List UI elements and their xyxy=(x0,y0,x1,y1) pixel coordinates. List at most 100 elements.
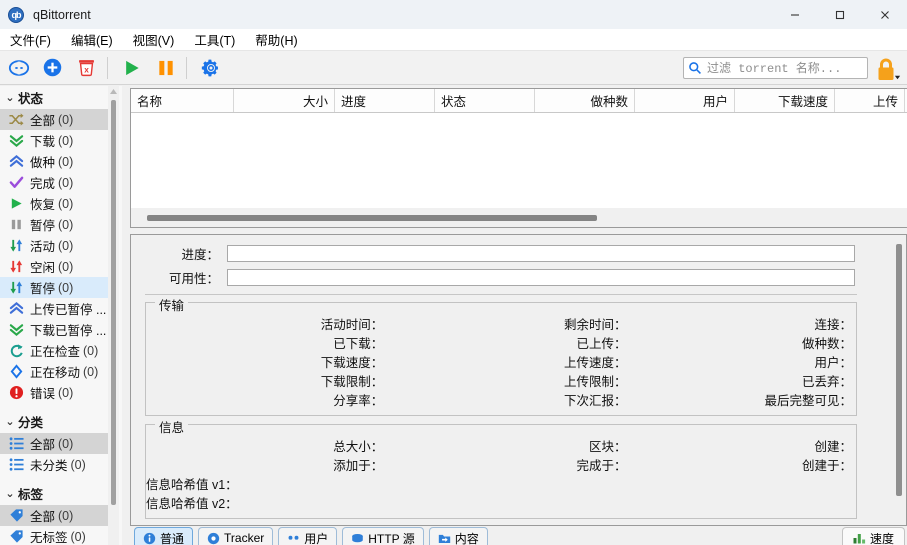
sidebar-item-tags-1[interactable]: 无标签 (0) xyxy=(0,526,108,545)
tab-4[interactable]: 内容 xyxy=(428,527,488,545)
tracker-icon xyxy=(207,532,220,545)
sidebar-item-status-6[interactable]: 活动 (0) xyxy=(0,235,108,256)
close-button[interactable] xyxy=(862,0,907,29)
delete-torrent-button[interactable]: x xyxy=(71,53,102,83)
double-chevron-up-icon xyxy=(9,154,23,167)
minimize-button[interactable] xyxy=(772,0,817,29)
sidebar-scroll-thumb[interactable] xyxy=(111,100,116,505)
column-header-3[interactable]: 状态 xyxy=(435,89,535,112)
pause-button[interactable] xyxy=(150,53,181,83)
transfer-rows: 活动时间： 剩余时间： 连接： 已下载： 已上传： 做种数： 下载速度： 上传速… xyxy=(146,314,856,409)
transfer-field: 用户： xyxy=(630,352,856,371)
column-header-4[interactable]: 做种数 xyxy=(535,89,635,112)
sidebar-group-category[interactable]: ⌄ 分类 xyxy=(0,410,108,433)
sidebar-item-status-7[interactable]: 空闲 (0) xyxy=(0,256,108,277)
sidebar-item-status-4[interactable]: 恢复 (0) xyxy=(0,193,108,214)
double-chevron-up-icon xyxy=(7,154,25,170)
column-header-label: 下载速度 xyxy=(777,95,828,109)
menu-tools[interactable]: 工具(T) xyxy=(184,28,245,51)
sidebar-item-count: (0) xyxy=(58,385,74,400)
information-group: 信息 总大小： 区块： 创建： 添加于： 完成于： 创建于： 信息哈希值 v1：… xyxy=(145,417,857,519)
information-group-title: 信息 xyxy=(155,417,189,436)
column-header-label: 状态 xyxy=(441,95,467,109)
tab-2[interactable]: 用户 xyxy=(278,527,338,545)
column-header-label: 用户 xyxy=(702,95,728,109)
double-chevron-down-icon xyxy=(9,135,23,148)
transfer-field-label: 上传限制： xyxy=(563,375,627,389)
sidebar-item-status-8[interactable]: 暂停 (0) xyxy=(0,277,108,298)
sidebar-item-status-0[interactable]: 全部 (0) xyxy=(0,109,108,130)
sidebar-item-status-1[interactable]: 下载 (0) xyxy=(0,130,108,151)
sidebar-item-status-10[interactable]: 下载已暂停 ... xyxy=(0,319,108,340)
tab-3[interactable]: HTTP 源 xyxy=(342,527,424,545)
sidebar-item-status-9[interactable]: 上传已暂停 ... xyxy=(0,298,108,319)
information-field-label: 添加于： xyxy=(333,459,384,473)
sidebar-item-status-2[interactable]: 做种 (0) xyxy=(0,151,108,172)
maximize-button[interactable] xyxy=(817,0,862,29)
sidebar-group-status[interactable]: ⌄ 状态 xyxy=(0,86,108,109)
sidebar-item-status-5[interactable]: 暂停 (0) xyxy=(0,214,108,235)
sidebar-group-tags[interactable]: ⌄ 标签 xyxy=(0,482,108,505)
title-bar: qb qBittorrent xyxy=(0,0,907,29)
bar-chart-icon xyxy=(853,532,866,544)
sidebar-item-status-13[interactable]: 错误 (0) xyxy=(0,382,108,403)
menu-file[interactable]: 文件(F) xyxy=(0,28,61,51)
sidebar-content: ⌄ 状态 全部 (0) 下载 (0) 做种 (0) 完成 (0) 恢复 (0) … xyxy=(0,86,108,545)
column-header-2[interactable]: 进度 xyxy=(335,89,435,112)
tab-1[interactable]: Tracker xyxy=(198,527,274,545)
sidebar-item-category-1[interactable]: 未分类 (0) xyxy=(0,454,108,475)
resume-button[interactable] xyxy=(116,53,147,83)
information-row: 总大小： 区块： 创建： xyxy=(146,436,856,455)
information-field-label: 总大小： xyxy=(333,440,384,454)
details-scrollbar[interactable] xyxy=(893,236,905,525)
transfer-field: 活动时间： xyxy=(146,314,387,333)
sidebar-item-tags-0[interactable]: 全部 (0) xyxy=(0,505,108,526)
add-torrent-file-button[interactable] xyxy=(37,53,68,83)
transfer-field-label: 用户： xyxy=(814,356,852,370)
menu-edit[interactable]: 编辑(E) xyxy=(61,28,123,51)
sidebar-item-status-12[interactable]: 正在移动 (0) xyxy=(0,361,108,382)
information-field-label: 区块： xyxy=(588,440,627,454)
column-header-7[interactable]: 上传 xyxy=(835,89,905,112)
progress-row: 进度： xyxy=(137,243,887,264)
hscroll-thumb[interactable] xyxy=(147,215,597,221)
preferences-button[interactable] xyxy=(195,53,226,83)
menu-view[interactable]: 视图(V) xyxy=(123,28,185,51)
availability-bar xyxy=(227,269,855,286)
lock-button[interactable] xyxy=(871,53,901,83)
double-chevron-up-icon xyxy=(7,301,25,317)
column-header-0[interactable]: 名称 xyxy=(131,89,234,112)
sidebar-item-status-3[interactable]: 完成 (0) xyxy=(0,172,108,193)
scroll-up-arrow-icon[interactable] xyxy=(109,87,118,96)
sidebar-item-status-11[interactable]: 正在检查 (0) xyxy=(0,340,108,361)
chevron-down-icon: ⌄ xyxy=(5,488,15,500)
sidebar-scrollbar[interactable] xyxy=(108,86,119,545)
sidebar-group-label: 分类 xyxy=(18,416,44,430)
torrent-list-hscrollbar[interactable] xyxy=(130,208,907,228)
sidebar-item-label: 活动 xyxy=(30,240,56,254)
sidebar-item-category-0[interactable]: 全部 (0) xyxy=(0,433,108,454)
add-torrent-link-button[interactable] xyxy=(3,53,34,83)
search-input[interactable]: 过滤 torrent 名称... xyxy=(683,56,868,79)
details-scroll-thumb[interactable] xyxy=(896,244,902,496)
column-header-label: 大小 xyxy=(302,95,328,109)
column-header-6[interactable]: 下载速度 xyxy=(735,89,835,112)
tab-0[interactable]: 普通 xyxy=(134,527,194,545)
menu-help[interactable]: 帮助(H) xyxy=(245,28,307,51)
information-field-label: 完成于： xyxy=(576,459,627,473)
speed-tab-button[interactable]: 速度 xyxy=(841,527,905,545)
information-field: 完成于： xyxy=(387,455,630,474)
tag-icon xyxy=(7,508,25,524)
tracker-icon xyxy=(207,532,220,544)
details-content: 进度： 可用性： 传输 活动时间： 剩余时间： 连接： 已下载： 已上传： 做种… xyxy=(131,235,893,525)
tag-icon xyxy=(9,509,23,522)
column-header-5[interactable]: 用户 xyxy=(635,89,735,112)
shuffle-icon xyxy=(9,113,24,126)
transfer-field: 分享率： xyxy=(146,390,387,409)
transfer-field: 上传限制： xyxy=(387,371,630,390)
column-header-1[interactable]: 大小 xyxy=(234,89,335,112)
content-folder-icon xyxy=(438,532,451,545)
details-divider xyxy=(145,294,857,295)
updown-red-icon xyxy=(9,260,22,273)
information-field: 创建： xyxy=(630,436,856,455)
